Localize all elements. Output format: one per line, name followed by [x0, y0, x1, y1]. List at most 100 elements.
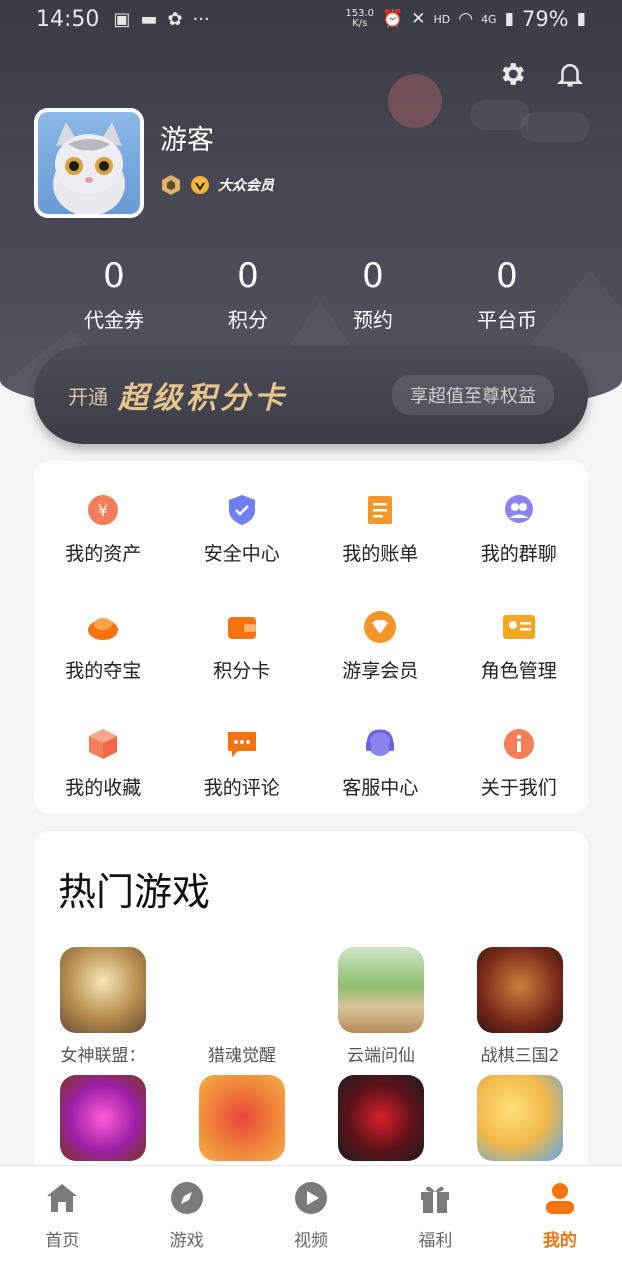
mute-icon: ✕	[411, 9, 426, 29]
game-item[interactable]: 云端问仙	[316, 947, 446, 1066]
chat-group-icon	[502, 493, 536, 527]
menu-label: 我的收藏	[65, 777, 142, 799]
menu-label: 我的资产	[65, 543, 142, 565]
stat-vouchers[interactable]: 0 代金券	[84, 256, 144, 333]
stat-label: 预约	[353, 308, 393, 332]
menu-card: ¥ 我的资产 安全中心 我的账单 我的群聊 我的夺宝 积分卡 游享会员 角色管理…	[34, 461, 588, 814]
settings-gear-icon[interactable]	[496, 58, 528, 90]
game-thumbnail	[338, 1075, 424, 1161]
tab-label: 游戏	[169, 1231, 204, 1251]
id-card-icon	[502, 610, 536, 644]
hot-games-title: 热门游戏	[58, 870, 211, 914]
menu-my-bills[interactable]: 我的账单	[311, 493, 450, 566]
message-icon: ▬	[140, 8, 158, 30]
menu-label: 安全中心	[203, 543, 280, 565]
net-speed: 153.0 K/s	[345, 8, 375, 29]
tab-videos[interactable]: 视频	[249, 1166, 373, 1279]
level-badge-icon	[162, 175, 180, 195]
game-item[interactable]	[455, 1075, 585, 1169]
alarm-icon: ⏰	[382, 9, 404, 29]
game-item[interactable]	[177, 1075, 307, 1169]
game-thumbnail	[60, 1075, 146, 1161]
stat-points[interactable]: 0 积分	[228, 256, 268, 333]
menu-my-group-chats[interactable]: 我的群聊	[450, 493, 589, 566]
menu-label: 游享会员	[342, 660, 419, 682]
vip-open-label: 开通	[68, 384, 108, 409]
avatar[interactable]	[34, 108, 144, 218]
menu-my-comments[interactable]: 我的评论	[173, 727, 312, 800]
gallery-icon: ▣	[113, 8, 131, 30]
stat-label: 积分	[228, 308, 268, 332]
vip-card-title: 超级积分卡	[118, 381, 288, 416]
comment-icon	[225, 727, 259, 761]
wifi-icon: ◠	[458, 9, 474, 29]
tab-home[interactable]: 首页	[0, 1166, 124, 1279]
super-points-card-banner[interactable]: 开通 超级积分卡 享超值至尊权益	[34, 346, 588, 444]
member-label: 大众会员	[218, 178, 274, 194]
menu-my-treasure[interactable]: 我的夺宝	[34, 610, 173, 683]
username[interactable]: 游客	[160, 118, 214, 157]
game-name: 云端问仙	[347, 1046, 415, 1066]
status-bar: 14:50 ▣ ▬ ✿ ··· 153.0 K/s ⏰ ✕ HD ◠ 4G ▮ 7…	[0, 0, 622, 38]
stat-value: 0	[496, 256, 518, 296]
game-item[interactable]	[316, 1075, 446, 1169]
more-icon: ···	[192, 8, 210, 30]
menu-my-favorites[interactable]: 我的收藏	[34, 727, 173, 800]
menu-security-center[interactable]: 安全中心	[173, 493, 312, 566]
tab-mine[interactable]: 我的	[498, 1166, 622, 1279]
menu-role-management[interactable]: 角色管理	[450, 610, 589, 683]
tab-benefits[interactable]: 福利	[373, 1166, 497, 1279]
home-icon	[44, 1180, 80, 1216]
tab-games[interactable]: 游戏	[124, 1166, 248, 1279]
gift-icon	[417, 1180, 453, 1216]
battery-percent: 79%	[521, 7, 569, 31]
stat-label: 代金券	[84, 308, 144, 332]
game-thumbnail	[477, 1075, 563, 1161]
battery-icon: ▮	[576, 9, 586, 29]
wallet-icon	[225, 610, 259, 644]
play-icon	[293, 1180, 329, 1216]
menu-about-us[interactable]: 关于我们	[450, 727, 589, 800]
tab-label: 首页	[45, 1231, 80, 1251]
game-thumbnail	[60, 947, 146, 1033]
stat-platform-coins[interactable]: 0 平台币	[477, 256, 537, 333]
game-name: 战棋三国2	[480, 1046, 560, 1066]
menu-label: 积分卡	[213, 660, 271, 682]
game-item[interactable]: 猎魂觉醒	[177, 947, 307, 1066]
vip-benefit-button[interactable]: 享超值至尊权益	[392, 375, 554, 415]
menu-my-assets[interactable]: ¥ 我的资产	[34, 493, 173, 566]
game-name: 女神联盟：	[60, 1046, 146, 1066]
game-name: 猎魂觉醒	[208, 1046, 276, 1066]
game-item[interactable]: 女神联盟：	[38, 947, 168, 1066]
treasure-icon	[86, 610, 120, 644]
stat-value: 0	[103, 256, 125, 296]
notification-bell-icon[interactable]	[554, 58, 586, 90]
menu-label: 我的群聊	[480, 543, 557, 565]
game-item[interactable]: 战棋三国2	[455, 947, 585, 1066]
yen-icon: ¥	[86, 493, 120, 527]
tab-label: 视频	[294, 1231, 329, 1251]
compass-icon	[169, 1180, 205, 1216]
menu-label: 我的评论	[203, 777, 280, 799]
hd-badge: HD	[433, 12, 451, 26]
menu-label: 我的夺宝	[65, 660, 142, 682]
stat-reservations[interactable]: 0 预约	[353, 256, 393, 333]
paw-icon: ✿	[167, 8, 183, 30]
bottom-tab-bar: 首页 游戏 视频 福利 我的	[0, 1165, 622, 1279]
signal-icon: ▮	[504, 9, 514, 29]
status-time: 14:50	[36, 6, 100, 32]
signal-label: 4G	[481, 12, 497, 26]
vip-heart-icon	[191, 176, 209, 194]
game-thumbnail	[199, 1075, 285, 1161]
member-badge[interactable]: 大众会员	[160, 174, 274, 196]
tab-label: 福利	[418, 1231, 453, 1251]
menu-label: 我的账单	[342, 543, 419, 565]
tab-label: 我的	[542, 1231, 577, 1251]
menu-customer-service[interactable]: 客服中心	[311, 727, 450, 800]
menu-points-card[interactable]: 积分卡	[173, 610, 312, 683]
game-item[interactable]	[38, 1075, 168, 1169]
menu-vip-member[interactable]: 游享会员	[311, 610, 450, 683]
vip-icon	[363, 610, 397, 644]
game-thumbnail	[338, 947, 424, 1033]
bill-icon	[363, 493, 397, 527]
